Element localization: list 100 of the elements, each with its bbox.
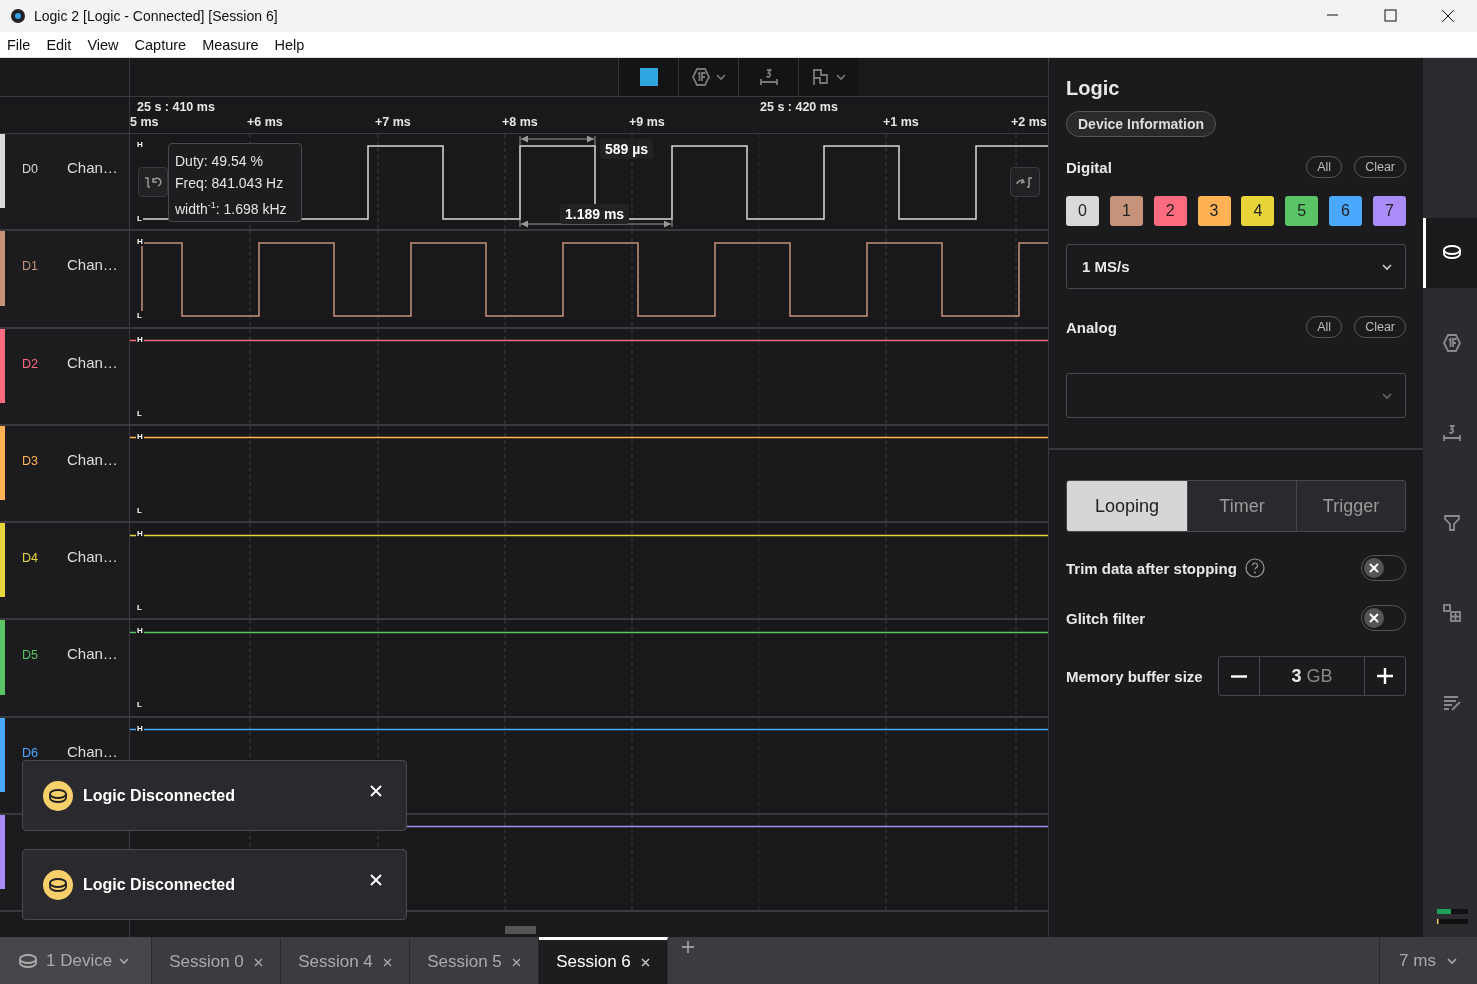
time-tick: +9 ms [629, 115, 665, 129]
time-tick: +8 ms [502, 115, 538, 129]
device-icon [43, 869, 73, 900]
window-title: Logic 2 [Logic - Connected] [Session 6] [34, 8, 279, 24]
mode-tab[interactable]: Timer [1187, 481, 1296, 531]
time-tick: 5 ms [130, 115, 159, 129]
channel-toggle[interactable]: 7 [1372, 196, 1406, 226]
session-tab[interactable]: Session 4 [281, 937, 410, 984]
measurement-readout: Freq: 841.043 Hz [175, 174, 285, 193]
setting-label: Memory buffer size [1066, 667, 1204, 685]
ruler-icon [758, 67, 779, 87]
menu-item[interactable]: Edit [46, 36, 72, 53]
zoom-select[interactable]: 7 ms [1379, 937, 1477, 984]
setting-label: Trim data after stopping [1066, 559, 1237, 577]
channel-toggle[interactable]: 1 [1109, 196, 1143, 226]
level-marker: L [136, 214, 143, 223]
close-icon[interactable] [640, 957, 650, 967]
channel-name[interactable]: Chan… [67, 257, 118, 274]
channel-toggle[interactable]: 4 [1241, 196, 1275, 226]
time-tick: +7 ms [375, 115, 411, 129]
edge-icon [1016, 175, 1034, 189]
channel-toggle[interactable]: 3 [1197, 196, 1231, 226]
channel-id: D2 [22, 357, 39, 372]
channel-name[interactable]: Chan… [67, 743, 118, 760]
close-icon [1369, 613, 1379, 623]
panel-title: Logic [1066, 77, 1121, 100]
channel-toggle[interactable]: 5 [1285, 196, 1319, 226]
app-icon [10, 8, 26, 24]
square-icon [639, 68, 658, 86]
level-marker: H [136, 140, 144, 149]
plus-icon [1376, 667, 1394, 685]
squares-icon [1441, 603, 1462, 623]
level-marker: L [136, 311, 143, 321]
channel-id: D0 [22, 163, 39, 177]
ruler-icon [1441, 423, 1462, 443]
level-marker: H [136, 723, 144, 733]
channel-toggle[interactable]: 6 [1329, 196, 1363, 226]
device-info-button[interactable]: Device Information [1066, 111, 1217, 137]
mode-tab[interactable]: Looping [1067, 481, 1187, 531]
channel-id: D6 [22, 746, 39, 761]
funnel-icon [1441, 513, 1462, 533]
level-marker: L [136, 505, 143, 515]
channel-toggle[interactable]: 2 [1153, 196, 1187, 226]
menu-item[interactable]: View [87, 36, 119, 53]
level-marker: H [136, 237, 144, 247]
device-menu-button[interactable]: 1 Device [0, 937, 152, 984]
minus-icon [1230, 674, 1248, 678]
edge-jump-button[interactable] [138, 167, 168, 197]
device-icon [43, 780, 73, 811]
notes-icon [1441, 693, 1462, 713]
time-mark: 25 s : 420 ms [760, 100, 838, 114]
device-icon [18, 951, 40, 970]
close-icon [1369, 563, 1379, 573]
menu-item[interactable]: Capture [134, 36, 187, 53]
channel-name[interactable]: Chan… [67, 451, 118, 469]
channel-name[interactable]: Chan… [67, 354, 118, 371]
channel-id: D3 [22, 454, 39, 469]
edge-jump-button[interactable] [1010, 167, 1040, 197]
caret-icon [834, 71, 847, 83]
time-tick: +2 ms [1011, 115, 1047, 129]
scrollbar-thumb[interactable] [505, 926, 536, 934]
usage-meter-icon [1437, 909, 1468, 925]
level-marker: H [136, 431, 144, 441]
memory-unit: GB [1306, 665, 1333, 687]
session-tab[interactable]: Session 0 [152, 937, 281, 984]
channel-name[interactable]: Chan… [67, 160, 118, 177]
menu-item[interactable]: Measure [202, 36, 259, 53]
channel-id: D1 [22, 260, 39, 274]
hexagon-icon [690, 67, 711, 87]
measurement-readout: Duty: 49.54 % [175, 152, 264, 171]
mode-tab[interactable]: Trigger [1296, 481, 1405, 531]
time-mark: 25 s : 410 ms [137, 100, 215, 114]
channel-toggle[interactable]: 0 [1066, 196, 1099, 226]
notification-title: Logic Disconnected [83, 786, 237, 805]
period-label: 1.189 ms [560, 204, 630, 224]
channel-id: D4 [22, 552, 39, 566]
menu-item[interactable]: Help [274, 36, 305, 53]
channel-name[interactable]: Chan… [67, 549, 118, 566]
level-marker: H [136, 626, 144, 636]
time-tick: +6 ms [247, 115, 283, 129]
level-marker: L [136, 408, 143, 418]
level-marker: L [136, 700, 143, 710]
channel-name[interactable]: Chan… [67, 646, 118, 663]
level-marker: H [136, 529, 144, 538]
menu-item[interactable]: File [7, 36, 31, 53]
sample-rate-select[interactable]: 1 MS/s [1066, 244, 1406, 289]
memory-stepper[interactable]: 3 GB [1218, 656, 1406, 696]
section-label: Analog [1066, 318, 1118, 336]
level-marker: H [136, 334, 144, 344]
help-icon[interactable] [1244, 558, 1265, 578]
width-label: 589 µs [600, 139, 654, 159]
hexagon-icon [1441, 333, 1462, 353]
session-tab[interactable]: Session 6 [539, 937, 668, 984]
memory-value: 3 [1291, 665, 1302, 687]
setting-label: Glitch filter [1066, 609, 1146, 627]
caret-icon [714, 71, 727, 83]
notification-title: Logic Disconnected [83, 875, 237, 894]
edge-icon [144, 175, 162, 189]
time-tick: +1 ms [883, 115, 919, 129]
channel-id: D5 [22, 649, 39, 663]
